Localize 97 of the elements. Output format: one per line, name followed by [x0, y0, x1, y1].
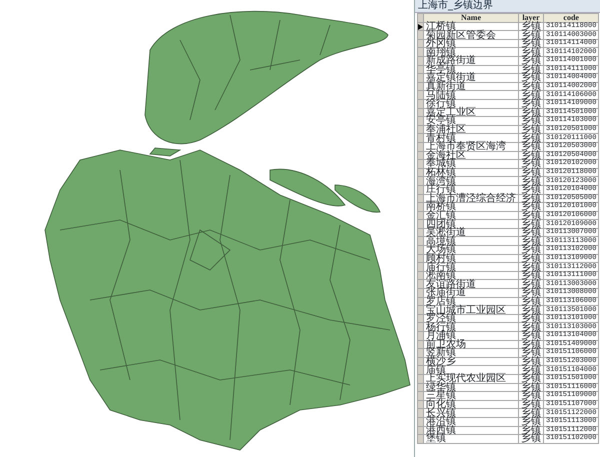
table-cell: 乡镇 [518, 332, 544, 340]
table-cell: 安亭镇 [424, 116, 518, 126]
table-cell: 竖新镇 [424, 348, 518, 358]
table-cell: 乡镇 [518, 48, 544, 56]
table-cell: 乡镇 [518, 116, 544, 126]
table-cell: 港沿镇 [424, 417, 518, 426]
table-cell: 乡镇 [518, 176, 544, 186]
table-cell: 罗店镇 [424, 297, 518, 306]
table-cell: 乡镇 [518, 357, 544, 366]
table-cell: 马陆镇 [424, 90, 518, 100]
table-cell: 菊园新区管委会 [424, 30, 518, 40]
table-cell: 乡镇 [518, 194, 544, 203]
table-cell: 奉浦社区 [424, 125, 518, 134]
table-cell: 高境镇 [424, 236, 518, 246]
table-cell: 顾村镇 [424, 254, 518, 263]
column-header[interactable]: Name [424, 14, 518, 22]
table-cell: 乡镇 [518, 142, 544, 152]
table-cell: 金汇镇 [424, 211, 518, 220]
table-cell: 乡镇 [518, 408, 544, 418]
table-cell: 三星镇 [424, 392, 518, 400]
table-cell: 乡镇 [518, 82, 544, 91]
table-cell: 金海社区 [424, 151, 518, 160]
table-cell: 乡镇 [518, 434, 544, 444]
table-cell: 乡镇 [518, 125, 544, 134]
table-cell: 乡镇 [518, 297, 544, 306]
table-cell: 向化镇 [424, 400, 518, 409]
table-cell: 乡镇 [518, 56, 544, 66]
table-cell: 乡镇 [518, 400, 544, 409]
table-cell: 乡镇 [518, 168, 544, 177]
table-cell: 乡镇 [518, 271, 544, 280]
table-cell: 上实现代农业园区 [424, 374, 518, 384]
table-cell: 乡镇 [518, 228, 544, 237]
table-cell: 海湾镇 [424, 176, 518, 186]
table-cell: 吴淞街道 [424, 228, 518, 237]
table-cell: 乡镇 [518, 383, 544, 392]
table-cell: 南桥镇 [424, 202, 518, 212]
table-cell: 真新街道 [424, 82, 518, 91]
table-cell: 四团镇 [424, 220, 518, 228]
table-cell: 杨行镇 [424, 322, 518, 332]
table-cell: 乡镇 [518, 314, 544, 323]
table-cell: 南翔镇 [424, 48, 518, 56]
table-cell: 新成路街道 [424, 56, 518, 66]
table-cell: 乡镇 [518, 254, 544, 263]
table-cell: 乡镇 [518, 74, 544, 82]
table-cell: 庙行镇 [424, 262, 518, 272]
table-cell: 绿华镇 [424, 383, 518, 392]
table-cell: 乡镇 [518, 236, 544, 246]
table-cell: 淞南镇 [424, 271, 518, 280]
table-cell: 宝山城市工业园区 [424, 306, 518, 314]
table-cell: 嘉定工业区 [424, 108, 518, 117]
table-cell: 乡镇 [518, 366, 544, 374]
table-cell: 乡镇 [518, 151, 544, 160]
table-cell: 乡镇 [518, 22, 544, 31]
table-cell: 乡镇 [518, 134, 544, 142]
table-cell: 乡镇 [518, 185, 544, 194]
table-cell: 乡镇 [518, 39, 544, 48]
table-cell: 罗泾镇 [424, 314, 518, 323]
table-cell: 乡镇 [518, 160, 544, 168]
table-cell: 张庙街道 [424, 288, 518, 298]
table-cell: 前卫农场 [424, 340, 518, 349]
table-cell: 乡镇 [518, 220, 544, 228]
table-cell: 乡镇 [518, 211, 544, 220]
table-cell: 乡镇 [518, 340, 544, 349]
table-cell: 横沙乡 [424, 357, 518, 366]
table-cell: 柘林镇 [424, 168, 518, 177]
table-cell: 乡镇 [518, 322, 544, 332]
table-cell: 乡镇 [518, 280, 544, 289]
table-cell: 嘉定镇街道 [424, 74, 518, 82]
column-header[interactable]: layer [518, 14, 544, 22]
table-cell: 乡镇 [518, 246, 544, 254]
table-cell: 友谊路街道 [424, 280, 518, 289]
table-cell: 乡镇 [518, 65, 544, 74]
table-cell: 乡镇 [518, 99, 544, 108]
table-cell: 外冈镇 [424, 39, 518, 48]
table-cell: 长兴镇 [424, 408, 518, 418]
table-cell: 大场镇 [424, 246, 518, 254]
table-cell: 上海市奉贤区海湾 [424, 142, 518, 152]
table-cell: 上海市漕泾综合经济 [424, 194, 518, 203]
table-cell: 庄行镇 [424, 185, 518, 194]
table-cell: 乡镇 [518, 306, 544, 314]
table-cell: 乡镇 [518, 30, 544, 40]
table-cell: 月浦镇 [424, 332, 518, 340]
table-cell: 乡镇 [518, 202, 544, 212]
table-cell: 乡镇 [518, 262, 544, 272]
table-cell: 港西镇 [424, 426, 518, 435]
table-cell: 奉城镇 [424, 160, 518, 168]
table-cell: 乡镇 [518, 348, 544, 358]
current-row-icon [418, 24, 423, 30]
table-cell: 乡镇 [518, 426, 544, 435]
table-cell: 乡镇 [518, 108, 544, 117]
table-cell: 江桥镇 [424, 22, 518, 31]
column-header[interactable]: code [544, 14, 599, 22]
table-cell: 乡镇 [518, 288, 544, 298]
table-cell: 乡镇 [518, 392, 544, 400]
table-cell: 乡镇 [518, 417, 544, 426]
table-cell: 乡镇 [518, 374, 544, 384]
table-cell: 乡镇 [518, 90, 544, 100]
